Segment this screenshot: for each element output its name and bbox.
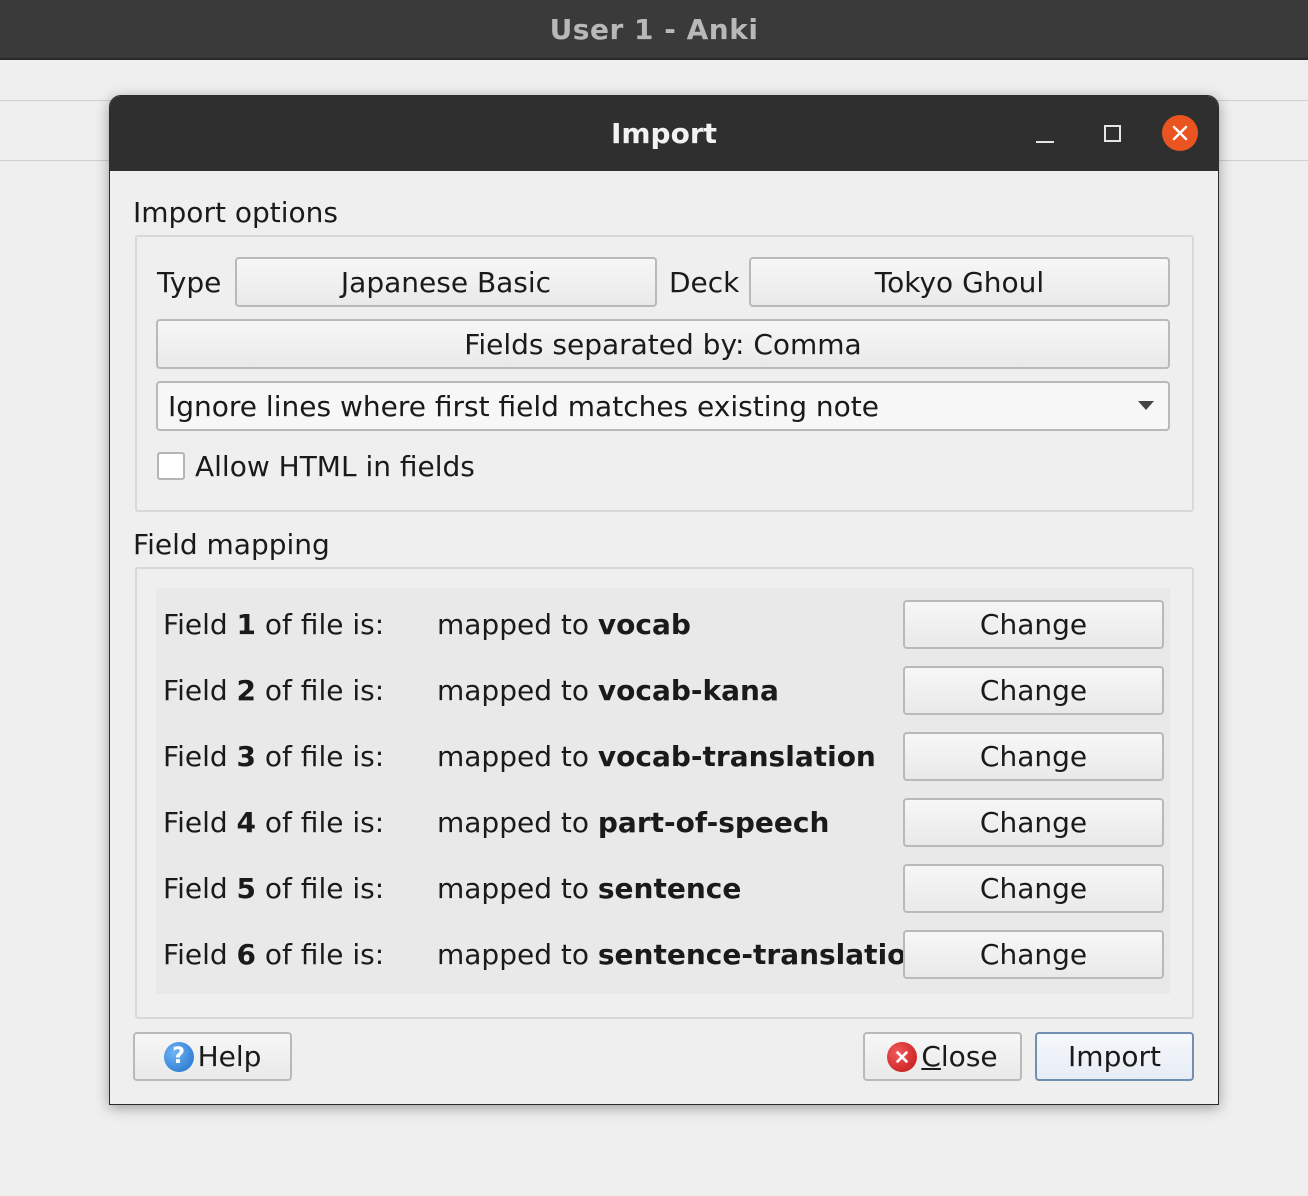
change-mapping-button[interactable]: Change xyxy=(903,732,1164,781)
import-options-label: Import options xyxy=(133,196,338,229)
field-source-label: Field 2 of file is: xyxy=(163,674,384,707)
cancel-icon xyxy=(887,1041,918,1072)
maximize-icon[interactable] xyxy=(1094,115,1130,151)
mapped-field-name: sentence-translation xyxy=(597,938,927,971)
field-target-label: mapped to sentence xyxy=(437,872,741,905)
duplicate-mode-select[interactable]: Ignore lines where first field matches e… xyxy=(156,381,1170,431)
help-button[interactable]: ? Help xyxy=(133,1032,292,1081)
field-prefix: Field xyxy=(163,938,237,971)
fields-separator-button[interactable]: Fields separated by: Comma xyxy=(156,319,1170,369)
field-source-label: Field 4 of file is: xyxy=(163,806,384,839)
field-suffix: of file is: xyxy=(256,872,385,905)
dialog-title: Import xyxy=(610,117,718,150)
field-target-label: mapped to vocab-kana xyxy=(437,674,779,707)
mapped-prefix: mapped to xyxy=(437,740,598,773)
change-mapping-button[interactable]: Change xyxy=(903,864,1164,913)
close-icon[interactable] xyxy=(1162,115,1198,151)
deck-label: Deck xyxy=(669,266,740,299)
field-source-label: Field 6 of file is: xyxy=(163,938,384,971)
deck-button[interactable]: Tokyo Ghoul xyxy=(749,257,1170,307)
field-index: 2 xyxy=(236,674,257,707)
chevron-down-icon xyxy=(1138,401,1154,410)
app-titlebar: User 1 - Anki xyxy=(0,0,1308,60)
field-prefix: Field xyxy=(163,806,237,839)
field-prefix: Field xyxy=(163,608,237,641)
mapped-prefix: mapped to xyxy=(437,608,598,641)
field-source-label: Field 3 of file is: xyxy=(163,740,384,773)
field-prefix: Field xyxy=(163,674,237,707)
import-dialog: Import Import options Type Japanese Basi… xyxy=(109,95,1219,1105)
mapped-prefix: mapped to xyxy=(437,938,598,971)
field-target-label: mapped to vocab-translation xyxy=(437,740,876,773)
field-suffix: of file is: xyxy=(256,938,385,971)
mapped-field-name: vocab-kana xyxy=(597,674,779,707)
field-index: 1 xyxy=(236,608,257,641)
field-index: 4 xyxy=(236,806,257,839)
field-target-label: mapped to vocab xyxy=(437,608,691,641)
type-label: Type xyxy=(157,266,222,299)
help-icon: ? xyxy=(163,1041,194,1072)
field-prefix: Field xyxy=(163,740,237,773)
field-source-label: Field 1 of file is: xyxy=(163,608,384,641)
duplicate-mode-value: Ignore lines where first field matches e… xyxy=(168,389,879,423)
change-mapping-button[interactable]: Change xyxy=(903,666,1164,715)
import-button[interactable]: Import xyxy=(1035,1032,1194,1081)
change-mapping-button[interactable]: Change xyxy=(903,930,1164,979)
close-button-label: Close xyxy=(921,1040,998,1073)
field-target-label: mapped to sentence-translation xyxy=(437,938,926,971)
field-index: 5 xyxy=(236,872,257,905)
field-mapping-label: Field mapping xyxy=(133,528,330,561)
note-type-button[interactable]: Japanese Basic xyxy=(235,257,657,307)
minimize-icon[interactable] xyxy=(1027,115,1063,151)
field-prefix: Field xyxy=(163,872,237,905)
field-source-label: Field 5 of file is: xyxy=(163,872,384,905)
allow-html-checkbox[interactable] xyxy=(157,452,185,480)
app-title: User 1 - Anki xyxy=(549,12,759,46)
mapped-prefix: mapped to xyxy=(437,872,598,905)
field-suffix: of file is: xyxy=(256,674,385,707)
field-suffix: of file is: xyxy=(256,740,385,773)
field-suffix: of file is: xyxy=(256,608,385,641)
mapped-prefix: mapped to xyxy=(437,806,598,839)
mapped-field-name: sentence xyxy=(597,872,742,905)
close-button[interactable]: Close xyxy=(863,1032,1022,1081)
mapped-field-name: part-of-speech xyxy=(597,806,830,839)
change-mapping-button[interactable]: Change xyxy=(903,798,1164,847)
field-index: 3 xyxy=(236,740,257,773)
allow-html-label[interactable]: Allow HTML in fields xyxy=(195,450,475,483)
help-button-label: Help xyxy=(197,1040,262,1073)
mapped-field-name: vocab xyxy=(597,608,691,641)
field-suffix: of file is: xyxy=(256,806,385,839)
field-target-label: mapped to part-of-speech xyxy=(437,806,829,839)
mapped-prefix: mapped to xyxy=(437,674,598,707)
field-index: 6 xyxy=(236,938,257,971)
dialog-titlebar[interactable]: Import xyxy=(110,96,1218,171)
mapped-field-name: vocab-translation xyxy=(597,740,876,773)
change-mapping-button[interactable]: Change xyxy=(903,600,1164,649)
